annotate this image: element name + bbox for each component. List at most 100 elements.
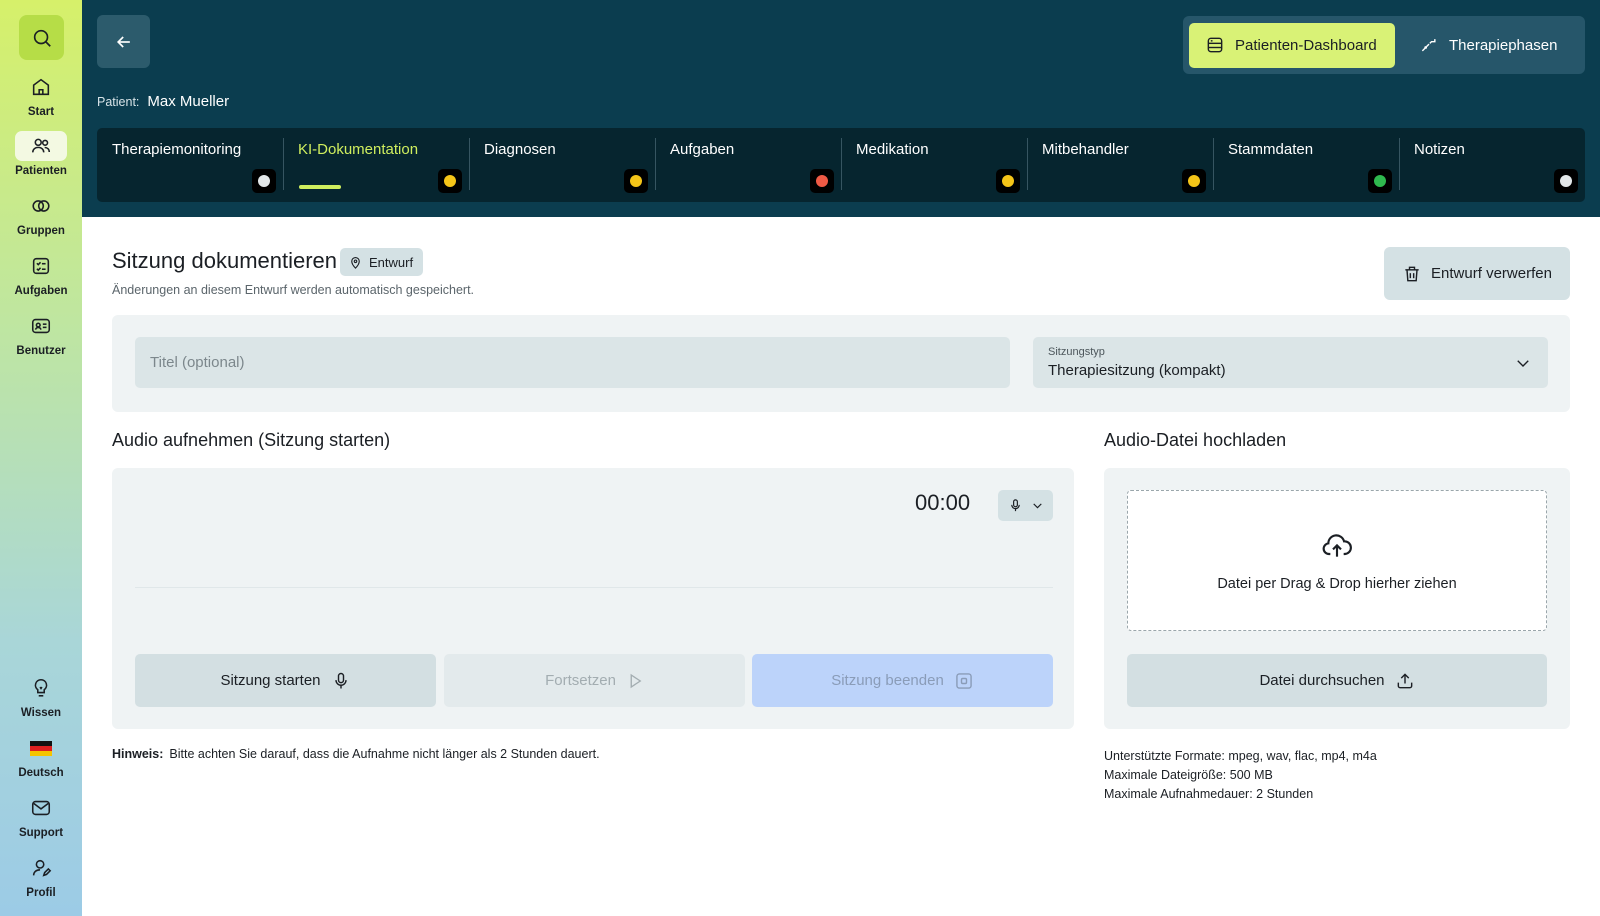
sidebar-item-label: Start (27, 106, 55, 118)
sidebar-item-label: Profil (26, 887, 56, 899)
trash-icon (1405, 266, 1419, 281)
status-indicator (810, 169, 834, 193)
cloud-upload-icon (1322, 533, 1352, 557)
home-icon (32, 78, 50, 96)
end-session-label: Sitzung beenden (831, 672, 944, 689)
discard-draft-label: Entwurf verwerfen (1431, 265, 1552, 282)
play-icon (630, 673, 642, 688)
recording-timer: 00:00 (915, 490, 971, 515)
patient-dashboard-button[interactable]: Patienten-Dashboard (1189, 22, 1395, 68)
tab-mitbehandler[interactable]: Mitbehandler (1027, 128, 1213, 202)
session-form: Sitzungstyp Therapiesitzung (kompakt) (112, 315, 1570, 412)
flag-de-icon (30, 740, 52, 756)
upload-requirements: Unterstützte Formate: mpeg, wav, flac, m… (1104, 747, 1377, 804)
status-indicator (252, 169, 276, 193)
sidebar: Start Patienten Gruppen Aufgaben Benutze… (0, 0, 82, 916)
patient-label: Patient: (97, 95, 140, 109)
status-indicator (996, 169, 1020, 193)
tab-medikation[interactable]: Medikation (841, 128, 1027, 202)
sidebar-item-label: Deutsch (18, 767, 64, 779)
sidebar-item-start[interactable]: Start (0, 72, 82, 118)
hint-label: Hinweis: (112, 747, 164, 761)
max-recording-duration: Maximale Aufnahmedauer: 2 Stunden (1104, 787, 1314, 801)
status-indicator (624, 169, 648, 193)
sidebar-item-benutzer[interactable]: Benutzer (0, 311, 82, 357)
therapy-phases-button[interactable]: Therapiephasen (1403, 23, 1573, 68)
resume-button[interactable]: Fortsetzen (444, 654, 745, 707)
tab-therapiemonitoring[interactable]: Therapiemonitoring (97, 128, 283, 202)
patient-header: Patient: Max Mueller Patienten-Dashboard… (82, 0, 1600, 217)
start-session-button[interactable]: Sitzung starten (135, 654, 436, 707)
waveform-baseline (135, 587, 1053, 588)
tab-notizen[interactable]: Notizen (1399, 128, 1585, 202)
supported-formats: Unterstützte Formate: mpeg, wav, flac, m… (1104, 749, 1377, 763)
dropzone-text: Datei per Drag & Drop hierher ziehen (1217, 575, 1457, 592)
recording-hint: Hinweis: Bitte achten Sie darauf, dass di… (112, 747, 600, 761)
back-button[interactable] (97, 15, 150, 68)
patient-name: Max Mueller (147, 93, 230, 110)
tab-bar: Therapiemonitoring KI-Dokumentation Diag… (97, 128, 1585, 202)
map-pin-icon (351, 256, 360, 269)
tab-stammdaten[interactable]: Stammdaten (1213, 128, 1399, 202)
session-type-label: Sitzungstyp (1048, 346, 1105, 358)
browse-file-label: Datei durchsuchen (1259, 672, 1385, 689)
tab-label: Diagnosen (484, 141, 556, 158)
patient-info: Patient: Max Mueller (97, 93, 229, 110)
tab-aufgaben[interactable]: Aufgaben (655, 128, 841, 202)
browse-file-button[interactable]: Datei durchsuchen (1127, 654, 1547, 707)
sidebar-item-label: Benutzer (16, 345, 66, 357)
search-icon (33, 29, 51, 47)
microphone-select[interactable] (998, 490, 1053, 521)
session-type-select[interactable]: Sitzungstyp Therapiesitzung (kompakt) (1033, 337, 1548, 388)
chevron-down-icon (1032, 503, 1042, 509)
discard-draft-button[interactable]: Entwurf verwerfen (1384, 247, 1570, 300)
resume-label: Fortsetzen (545, 672, 616, 689)
status-indicator (1182, 169, 1206, 193)
tab-ki-dokumentation[interactable]: KI-Dokumentation (283, 128, 469, 202)
end-session-button[interactable]: Sitzung beenden (752, 654, 1053, 707)
sidebar-item-support[interactable]: Support (0, 793, 82, 839)
users-icon (31, 138, 51, 153)
sidebar-item-aufgaben[interactable]: Aufgaben (0, 251, 82, 297)
status-indicator (1368, 169, 1392, 193)
microphone-icon (1010, 499, 1020, 512)
start-session-label: Sitzung starten (220, 672, 321, 689)
sidebar-item-profil[interactable]: Profil (0, 853, 82, 899)
autosave-note: Änderungen an diesem Entwurf werden auto… (112, 283, 475, 297)
hint-text: Bitte achten Sie darauf, dass die Aufnah… (169, 747, 600, 761)
tab-label: Notizen (1414, 141, 1465, 158)
therapy-phases-label: Therapiephasen (1449, 36, 1558, 54)
search-button[interactable] (19, 15, 64, 60)
status-indicator (438, 169, 462, 193)
status-badge-label: Entwurf (369, 254, 414, 270)
sidebar-item-deutsch[interactable]: Deutsch (0, 733, 82, 779)
status-badge: Entwurf (340, 248, 424, 276)
tab-label: Aufgaben (670, 141, 735, 158)
groups-icon (32, 200, 50, 212)
upload-icon (1397, 672, 1412, 688)
tab-diagnosen[interactable]: Diagnosen (469, 128, 655, 202)
tab-label: Mitbehandler (1042, 141, 1129, 158)
record-heading: Audio aufnehmen (Sitzung starten) (112, 430, 391, 450)
page-title: Sitzung dokumentieren (112, 248, 338, 273)
tab-label: KI-Dokumentation (298, 141, 419, 158)
title-input[interactable] (135, 337, 1010, 388)
arrow-left-icon (116, 35, 130, 48)
active-tab-indicator (299, 185, 341, 189)
chevron-down-icon (1517, 360, 1529, 367)
sidebar-item-label: Support (18, 827, 64, 839)
upload-heading: Audio-Datei hochladen (1104, 430, 1287, 450)
tab-label: Medikation (856, 141, 929, 158)
id-card-icon (31, 318, 51, 334)
sidebar-item-label: Aufgaben (14, 285, 68, 297)
upload-panel: Datei per Drag & Drop hierher ziehen Dat… (1104, 468, 1570, 729)
sidebar-item-patienten[interactable]: Patienten (0, 131, 82, 177)
session-type-value: Therapiesitzung (kompakt) (1048, 362, 1226, 379)
file-dropzone[interactable]: Datei per Drag & Drop hierher ziehen (1127, 490, 1547, 631)
checklist-icon (32, 257, 50, 275)
phases-icon (1421, 39, 1436, 52)
patient-dashboard-label: Patienten-Dashboard (1235, 36, 1377, 54)
lightbulb-icon (34, 678, 48, 697)
sidebar-item-wissen[interactable]: Wissen (0, 673, 82, 719)
sidebar-item-gruppen[interactable]: Gruppen (0, 191, 82, 237)
